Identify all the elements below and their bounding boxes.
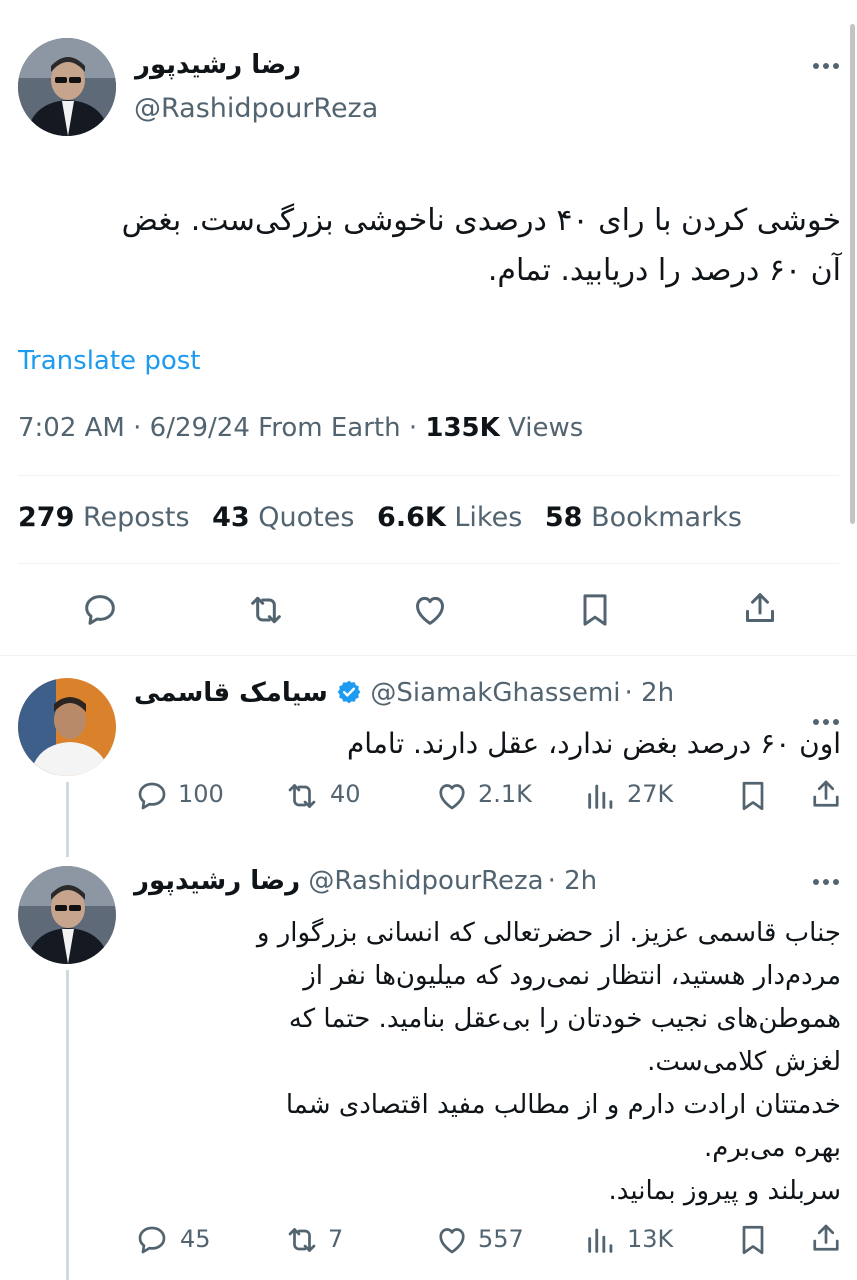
views-count: 13K	[627, 1225, 674, 1253]
bookmark-icon[interactable]	[735, 778, 771, 818]
views-count: 135K	[425, 413, 500, 443]
views-icon[interactable]	[584, 778, 618, 818]
scrollbar[interactable]	[850, 24, 855, 524]
divider	[18, 475, 839, 476]
author-handle[interactable]: @RashidpourReza	[308, 866, 543, 896]
reply-header: رضا رشیدپور @RashidpourReza · 2h	[134, 866, 597, 896]
views-label: Views	[499, 413, 584, 443]
reply-text: اون ۶۰ درصد بغض ندارد، عقل دارند. تامام	[346, 727, 841, 760]
thread-line	[66, 782, 69, 857]
quotes-label: Quotes	[258, 502, 355, 533]
repost-count: 40	[330, 780, 361, 808]
repost-count: 7	[328, 1225, 344, 1253]
reply-count: 100	[178, 780, 224, 808]
bookmarks-stat[interactable]: 58 Bookmarks	[545, 502, 742, 533]
author-name[interactable]: رضا رشیدپور	[135, 50, 301, 80]
avatar[interactable]	[18, 866, 116, 964]
reply-count: 45	[180, 1225, 211, 1253]
like-count: 557	[478, 1225, 524, 1253]
repost-icon[interactable]	[245, 590, 287, 634]
share-icon[interactable]	[740, 588, 780, 632]
verified-badge-icon	[336, 679, 362, 712]
post-meta: 7:02 AM · 6/29/24 From Earth · 135K View…	[18, 413, 583, 443]
like-count: 2.1K	[478, 780, 532, 808]
post-text-line: خوشی کردن با رای ۴۰ درصدی ناخوشی بزرگی‌س…	[121, 203, 841, 238]
reply-text-line: جناب قاسمی عزیز. از حضرتعالی که انسانی ب…	[256, 918, 841, 948]
avatar[interactable]	[18, 38, 116, 136]
reposts-stat[interactable]: 279 Reposts	[18, 502, 190, 533]
more-options-icon[interactable]	[811, 872, 841, 892]
reply-text-line: مردم‌دار هستید، انتظار نمی‌رود که میلیون…	[303, 961, 841, 991]
author-name[interactable]: سیامک قاسمی	[134, 678, 328, 708]
reposts-label: Reposts	[82, 502, 190, 533]
post-text: خوشی کردن با رای ۴۰ درصدی ناخوشی بزرگی‌س…	[18, 196, 841, 296]
likes-label: Likes	[454, 502, 523, 533]
post-time: 7:02 AM · 6/29/24 From Earth ·	[18, 413, 426, 443]
reply-text-line: خدمتتان ارادت دارم و از مطالب مفید اقتصا…	[285, 1090, 841, 1120]
reply-header: سیامک قاسمی @SiamakGhassemi · 2h	[134, 678, 674, 712]
bookmark-icon[interactable]	[575, 590, 615, 634]
like-icon[interactable]	[434, 778, 470, 818]
bookmarks-label: Bookmarks	[591, 502, 742, 533]
engagement-row: 279 Reposts 43 Quotes 6.6K Likes 58 Book…	[18, 502, 742, 533]
quotes-stat[interactable]: 43 Quotes	[212, 502, 354, 533]
divider	[18, 563, 839, 564]
author-handle[interactable]: @RashidpourReza	[134, 93, 378, 124]
repost-icon[interactable]	[283, 778, 321, 818]
thread-line	[66, 970, 69, 1280]
repost-icon[interactable]	[283, 1222, 321, 1262]
like-icon[interactable]	[410, 590, 450, 634]
views-icon[interactable]	[584, 1222, 618, 1262]
quotes-count: 43	[212, 502, 250, 533]
reply-time[interactable]: · 2h	[548, 866, 598, 896]
reply-icon[interactable]	[134, 1222, 170, 1262]
reply-text-line: بهره می‌برم.	[704, 1133, 841, 1163]
reply-text-line: سربلند و پیروز بمانید.	[608, 1176, 841, 1206]
share-icon[interactable]	[808, 1220, 844, 1260]
bookmark-icon[interactable]	[735, 1222, 771, 1262]
divider	[0, 655, 857, 656]
avatar[interactable]	[18, 678, 116, 776]
reply-icon[interactable]	[134, 778, 170, 818]
reply-text: جناب قاسمی عزیز. از حضرتعالی که انسانی ب…	[134, 912, 841, 1213]
likes-stat[interactable]: 6.6K Likes	[377, 502, 522, 533]
author-name[interactable]: رضا رشیدپور	[134, 866, 300, 896]
views-count: 27K	[627, 780, 674, 808]
post-text-line: آن ۶۰ درصد را دریابید. تمام.	[487, 253, 841, 288]
more-options-icon[interactable]	[811, 56, 841, 76]
bookmarks-count: 58	[544, 502, 583, 533]
share-icon[interactable]	[808, 776, 844, 816]
reply-time[interactable]: · 2h	[625, 678, 675, 708]
like-icon[interactable]	[434, 1222, 470, 1262]
reply-icon[interactable]	[80, 590, 120, 634]
likes-count: 6.6K	[377, 502, 446, 533]
author-handle[interactable]: @SiamakGhassemi	[370, 678, 620, 708]
reposts-count: 279	[18, 502, 75, 533]
translate-link[interactable]: Translate post	[18, 346, 200, 376]
reply-text-line: هموطن‌های نجیب خودتان را بی‌عقل بنامید. …	[288, 1004, 841, 1034]
reply-text-line: لغزش کلامی‌ست.	[647, 1047, 841, 1077]
